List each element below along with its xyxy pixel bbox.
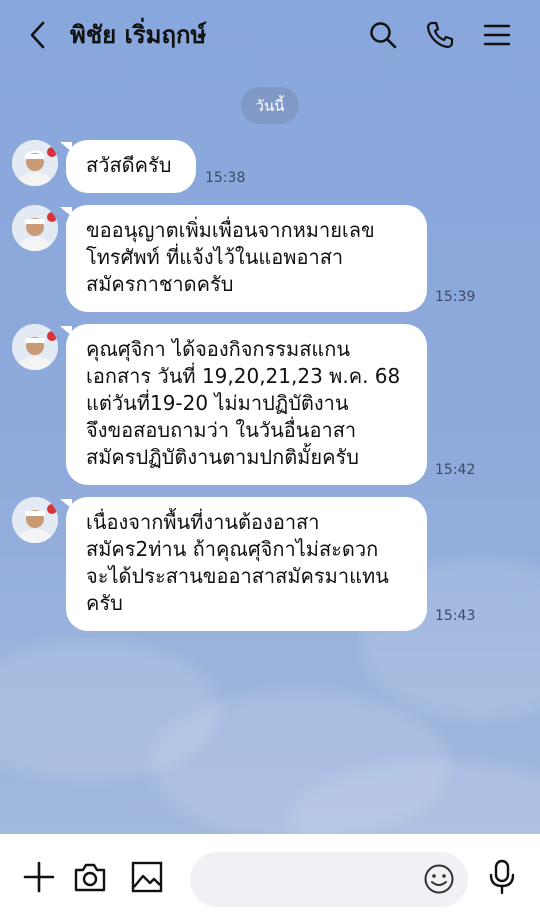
message-text: จะได้ประสานขออาสาสมัครมาแทน: [86, 564, 389, 588]
voice-button[interactable]: [483, 858, 521, 896]
message-text: ครับ: [86, 591, 123, 615]
search-icon: [370, 22, 397, 49]
date-separator: วันนี้: [241, 87, 299, 124]
avatar-image: [12, 324, 58, 370]
camera-icon: [74, 863, 106, 892]
message-bubble[interactable]: สวัสดีครับ: [60, 140, 196, 193]
add-button[interactable]: [20, 858, 58, 896]
message-text: คุณศุจิกา ได้จองกิจกรรมสแกน: [86, 337, 351, 361]
avatar-image: [12, 497, 58, 543]
message-text: เอกสาร วันที่ 19,20,21,23 พ.ค. 68: [86, 364, 401, 388]
avatar-image: [12, 140, 58, 186]
avatar[interactable]: [12, 324, 58, 370]
chat-title: พิชัย เริ่มฤกษ์: [70, 21, 207, 49]
microphone-icon: [489, 859, 515, 895]
message-text: สมัครกาชาดครับ: [86, 272, 234, 296]
back-button[interactable]: [22, 18, 54, 52]
message-text: สมัคร2ท่าน ถ้าคุณศุจิกาไม่สะดวก: [86, 537, 379, 561]
avatar[interactable]: [12, 497, 58, 543]
message-text: โทรศัพท์ ที่แจ้งไว้ในแอพอาสา: [86, 245, 344, 269]
avatar[interactable]: [12, 140, 58, 186]
chat-header: พิชัย เริ่มฤกษ์: [0, 0, 540, 70]
message-bubble[interactable]: ขออนุญาตเพิ่มเพื่อนจากหมายเลข โทรศัพท์ ท…: [60, 205, 427, 312]
message-time: 15:38: [205, 170, 246, 186]
image-icon: [131, 861, 163, 893]
message-text: เนื่องจากพื้นที่งานต้องอาสา: [86, 510, 320, 534]
call-button[interactable]: [423, 18, 457, 52]
avatar[interactable]: [12, 205, 58, 251]
menu-icon: [483, 24, 511, 46]
message-text: สมัครปฏิบัติงานตามปกติมั้ยครับ: [86, 445, 359, 469]
message-time: 15:42: [435, 462, 476, 478]
search-button[interactable]: [366, 18, 400, 52]
message-time: 15:43: [435, 608, 476, 624]
plus-icon: [23, 861, 55, 893]
message-time: 15:39: [435, 289, 476, 305]
image-button[interactable]: [128, 858, 166, 896]
message-text: แต่วันที่19-20 ไม่มาปฏิบัติงาน: [86, 391, 349, 415]
phone-icon: [426, 21, 454, 49]
message-bubble[interactable]: คุณศุจิกา ได้จองกิจกรรมสแกน เอกสาร วันที…: [60, 324, 427, 485]
chevron-left-icon: [30, 21, 45, 49]
emoji-icon: [424, 864, 454, 894]
message-text: สวัสดีครับ: [86, 153, 172, 177]
message-text: ขออนุญาตเพิ่มเพื่อนจากหมายเลข: [86, 218, 375, 242]
avatar-image: [12, 205, 58, 251]
menu-button[interactable]: [480, 18, 514, 52]
message-bubble[interactable]: เนื่องจากพื้นที่งานต้องอาสา สมัคร2ท่าน ถ…: [60, 497, 427, 631]
emoji-button[interactable]: [422, 862, 456, 896]
camera-button[interactable]: [71, 858, 109, 896]
message-text: จึงขอสอบถามว่า ในวันอื่นอาสา: [86, 418, 357, 442]
